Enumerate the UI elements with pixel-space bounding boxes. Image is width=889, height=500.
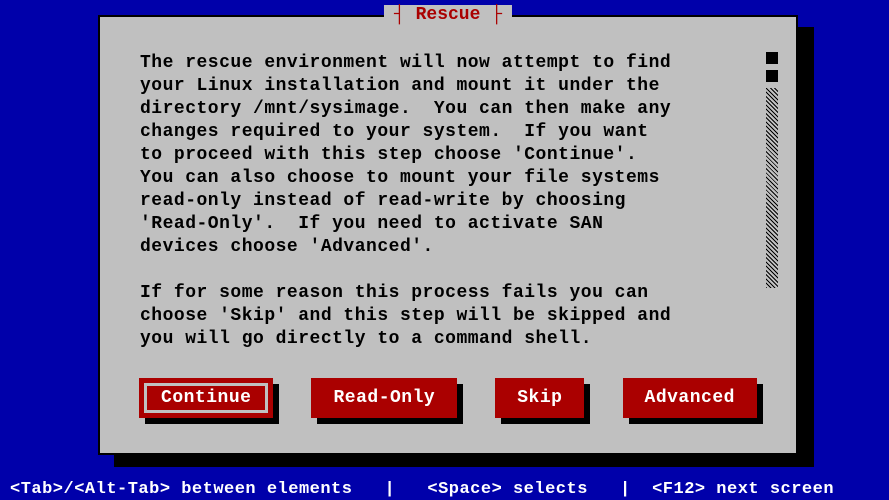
- button-row: Continue Read-Only Skip Advanced: [100, 378, 796, 418]
- status-bar: <Tab>/<Alt-Tab> between elements | <Spac…: [0, 478, 889, 500]
- dialog-content: The rescue environment will now attempt …: [140, 52, 760, 327]
- continue-button-label[interactable]: Continue: [139, 378, 273, 418]
- advanced-button[interactable]: Advanced: [623, 378, 757, 418]
- scrollbar[interactable]: [766, 52, 778, 332]
- advanced-button-label[interactable]: Advanced: [623, 378, 757, 418]
- scroll-marker-icon: [766, 70, 778, 82]
- skip-button[interactable]: Skip: [495, 378, 584, 418]
- dialog-title-text: Rescue: [416, 5, 481, 25]
- readonly-button-label[interactable]: Read-Only: [311, 378, 457, 418]
- status-bar-text: <Tab>/<Alt-Tab> between elements | <Spac…: [10, 480, 834, 499]
- scroll-up-icon: [766, 52, 778, 64]
- scroll-thumb: [766, 88, 778, 288]
- readonly-button[interactable]: Read-Only: [311, 378, 457, 418]
- dialog-title: ┤ Rescue ├: [384, 5, 512, 25]
- dialog-body-text: The rescue environment will now attempt …: [140, 52, 760, 351]
- rescue-dialog: ┤ Rescue ├ The rescue environment will n…: [98, 15, 798, 455]
- skip-button-label[interactable]: Skip: [495, 378, 584, 418]
- continue-button[interactable]: Continue: [139, 378, 273, 418]
